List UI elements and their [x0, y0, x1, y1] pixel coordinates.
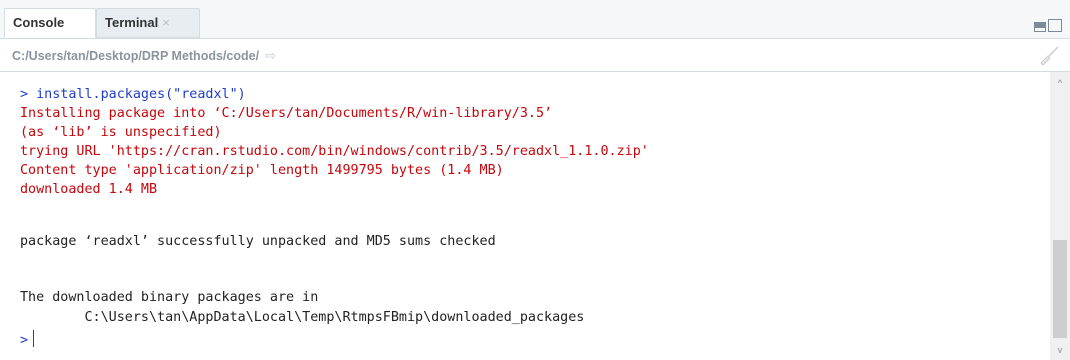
- scroll-up-icon[interactable]: ^: [1050, 72, 1070, 88]
- console-output[interactable]: > install.packages("readxl") Installing …: [0, 72, 1050, 360]
- text-cursor: [33, 330, 35, 347]
- tab-console-label: Console: [13, 15, 65, 30]
- maximize-icon[interactable]: [1048, 19, 1062, 32]
- tab-terminal-label: Terminal: [105, 15, 159, 30]
- console-line: C:\Users\tan\AppData\Local\Temp\RtmpsFBm…: [20, 310, 585, 325]
- console-line: downloaded 1.4 MB: [20, 182, 158, 197]
- scrollbar-thumb[interactable]: [1053, 240, 1067, 338]
- console-prompt-line[interactable]: >: [20, 330, 35, 350]
- tab-terminal[interactable]: Terminal ×: [96, 8, 200, 38]
- console-line: Installing package into ‘C:/Users/tan/Do…: [20, 106, 553, 121]
- working-directory: C:/Users/tan/Desktop/DRP Methods/code/ ⇨: [12, 48, 276, 64]
- scroll-down-icon[interactable]: v: [1050, 342, 1070, 358]
- tab-bar: Console Terminal ×: [0, 0, 1070, 39]
- window-controls: [1034, 19, 1062, 32]
- go-to-directory-icon[interactable]: ⇨: [265, 48, 276, 63]
- console-line: (as ‘lib’ is unspecified): [20, 125, 222, 140]
- minimize-icon[interactable]: [1034, 22, 1046, 32]
- working-directory-bar: C:/Users/tan/Desktop/DRP Methods/code/ ⇨: [0, 39, 1070, 72]
- console-line: Content type 'application/zip' length 14…: [20, 163, 504, 178]
- console-pane: Console Terminal × C:/Users/tan/Desktop/D…: [0, 0, 1070, 360]
- working-directory-path: C:/Users/tan/Desktop/DRP Methods/code/: [12, 49, 260, 63]
- console-prompt: >: [20, 333, 29, 348]
- clear-console-broom-icon[interactable]: [1038, 45, 1060, 67]
- console-line: The downloaded binary packages are in: [20, 290, 319, 305]
- tab-console[interactable]: Console: [4, 8, 96, 38]
- console-line: trying URL 'https://cran.rstudio.com/bin…: [20, 144, 649, 159]
- close-icon[interactable]: ×: [162, 15, 170, 30]
- console-line: package ‘readxl’ successfully unpacked a…: [20, 234, 496, 249]
- console-line: > install.packages("readxl"): [20, 87, 246, 102]
